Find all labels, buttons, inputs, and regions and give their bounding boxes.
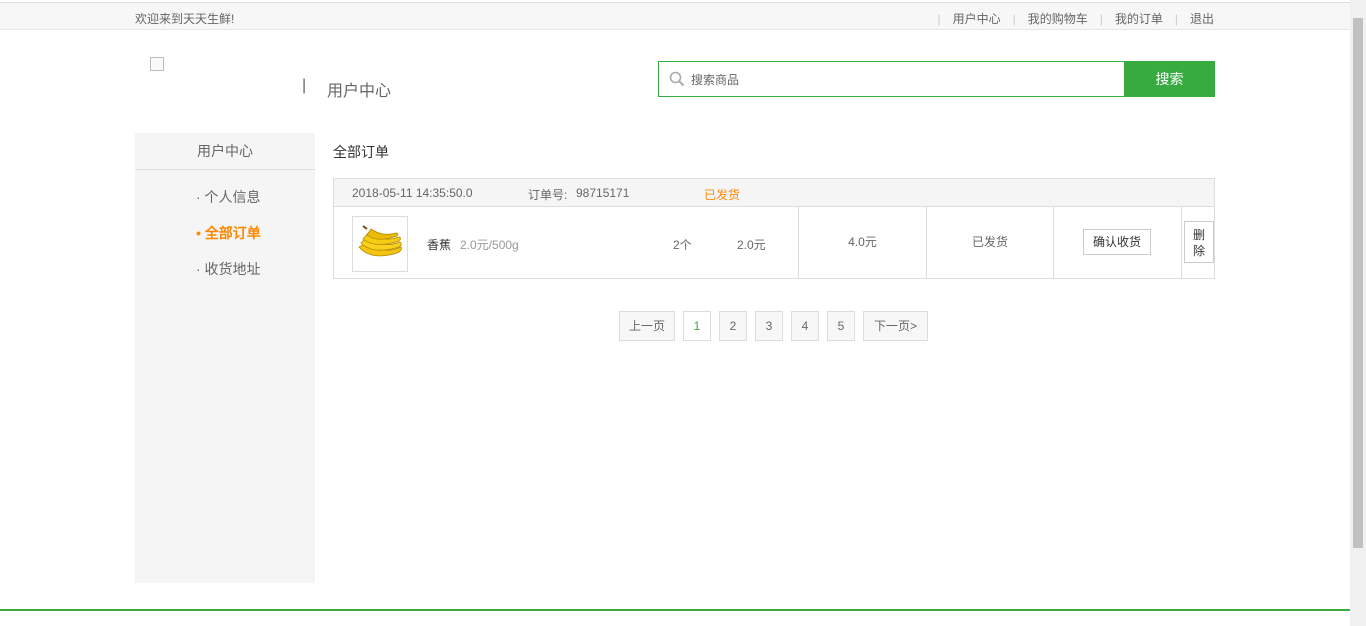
order-number-label: 订单号: — [528, 188, 568, 202]
footer-divider — [0, 609, 1350, 611]
order-card: 2018-05-11 14:35:50.0 订单号: 98715171 已发货 … — [333, 178, 1215, 279]
delete-cell: 删除 — [1182, 207, 1214, 278]
goods-subtotal: 2.0元 — [737, 238, 766, 252]
broken-logo-image[interactable] — [150, 57, 164, 71]
goods-name[interactable]: 香蕉 — [427, 236, 451, 253]
welcome-text: 欢迎来到天天生鲜! — [135, 12, 235, 26]
banana-illustration — [358, 225, 402, 257]
page-title: 全部订单 — [333, 144, 389, 160]
vertical-scrollbar[interactable] — [1350, 0, 1366, 626]
page-3-button[interactable]: 3 — [755, 311, 783, 341]
sidebar-item-profile[interactable]: · 个人信息 — [196, 187, 315, 223]
scrollbar-thumb[interactable] — [1353, 18, 1363, 548]
goods-cell: 香蕉 2.0元/500g 2个 2.0元 — [334, 207, 799, 279]
page-4-button[interactable]: 4 — [791, 311, 819, 341]
order-total: 4.0元 — [799, 207, 927, 278]
divider: | — [1174, 11, 1178, 26]
delete-label: 删除 — [1192, 228, 1205, 258]
divider: | — [1099, 11, 1103, 26]
search-button[interactable]: 搜索 — [1124, 61, 1215, 97]
page: 欢迎来到天天生鲜! | 用户中心 | 我的购物车 | 我的订单 | 退出 | 用… — [0, 0, 1366, 626]
page-5-button[interactable]: 5 — [827, 311, 855, 341]
top-links: | 用户中心 | 我的购物车 | 我的订单 | 退出 — [925, 10, 1214, 27]
divider: | — [937, 11, 941, 26]
page-2-button[interactable]: 2 — [719, 311, 747, 341]
my-orders-link[interactable]: 我的订单 — [1115, 10, 1163, 27]
order-row: 香蕉 2.0元/500g 2个 2.0元 4.0元 已发货 确认收货 删除 — [334, 207, 1214, 279]
search-icon — [669, 71, 685, 87]
banana-image[interactable] — [352, 216, 408, 272]
delete-order-button[interactable]: 删除 — [1184, 221, 1214, 263]
order-state: 已发货 — [927, 207, 1054, 278]
sidebar-menu: · 个人信息 • 全部订单 · 收货地址 — [135, 170, 315, 295]
order-number: 98715171 — [576, 186, 630, 200]
sidebar-title: 用户中心 — [135, 133, 315, 170]
cart-link[interactable]: 我的购物车 — [1028, 10, 1088, 27]
next-page-button[interactable]: 下一页> — [863, 311, 928, 341]
order-date: 2018-05-11 14:35:50.0 — [352, 186, 473, 200]
order-status: 已发货 — [704, 188, 741, 202]
confirm-receipt-button[interactable]: 确认收货 — [1083, 229, 1151, 255]
logout-link[interactable]: 退出 — [1190, 10, 1214, 27]
brand-page-title: 用户中心 — [327, 83, 392, 100]
search-box — [658, 61, 1125, 97]
brand-separator: | — [302, 77, 307, 94]
sidebar: 用户中心 · 个人信息 • 全部订单 · 收货地址 — [135, 133, 315, 583]
order-header: 2018-05-11 14:35:50.0 订单号: 98715171 已发货 — [334, 179, 1214, 207]
sidebar-item-address[interactable]: · 收货地址 — [196, 259, 315, 295]
pagination: 上一页 1 2 3 4 5 下一页> — [619, 311, 928, 341]
action-cell: 确认收货 — [1054, 207, 1182, 278]
top-bar: 欢迎来到天天生鲜! | 用户中心 | 我的购物车 | 我的订单 | 退出 — [0, 2, 1350, 30]
user-center-link[interactable]: 用户中心 — [953, 10, 1001, 27]
divider: | — [1012, 11, 1016, 26]
sidebar-item-all-orders[interactable]: • 全部订单 — [196, 223, 315, 259]
page-1-button[interactable]: 1 — [683, 311, 711, 341]
prev-page-button[interactable]: 上一页 — [619, 311, 675, 341]
goods-quantity: 2个 — [673, 238, 692, 252]
goods-unit-price: 2.0元/500g — [460, 238, 519, 252]
search-input[interactable] — [691, 70, 1091, 90]
